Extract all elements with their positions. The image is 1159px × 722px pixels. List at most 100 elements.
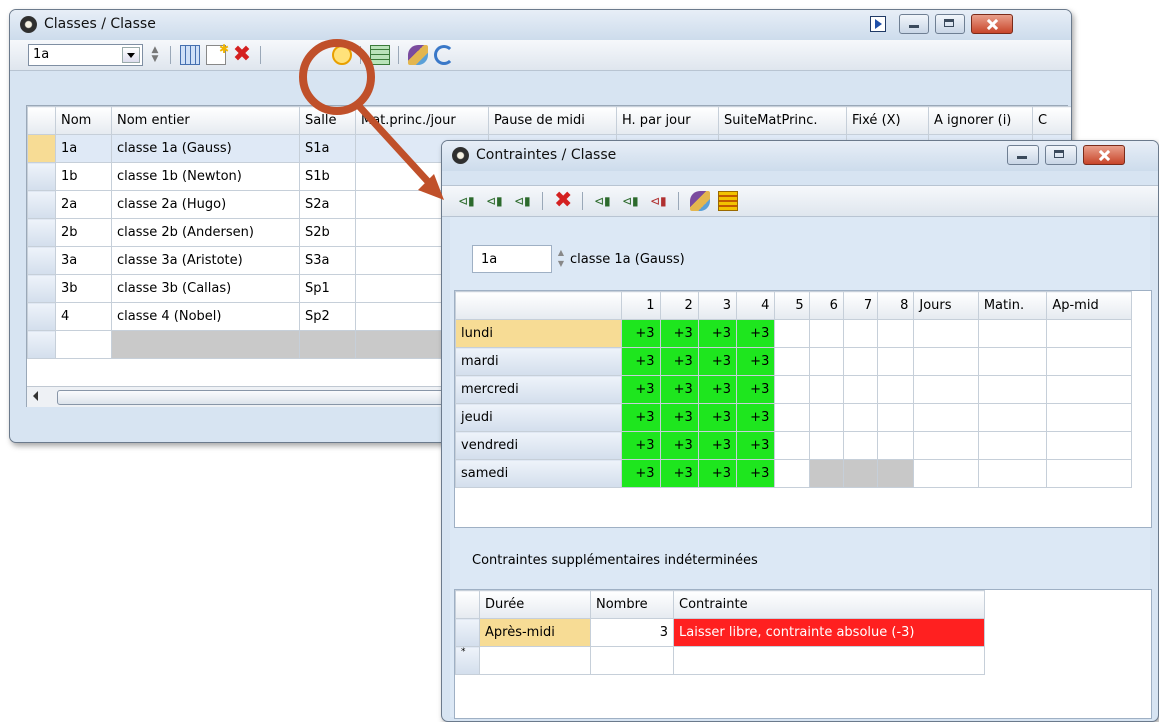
constraint-cell[interactable]: +3 — [621, 459, 661, 488]
remove-constraint-icon[interactable]: ⊲▮ — [594, 191, 614, 211]
constraint-cell[interactable] — [808, 375, 844, 404]
constraint-cell[interactable] — [1046, 319, 1132, 348]
row-selector[interactable] — [27, 190, 56, 219]
cell[interactable] — [673, 646, 985, 675]
cell-salle[interactable]: S2a — [299, 190, 356, 219]
cell-nom-entier[interactable]: classe 1a (Gauss) — [111, 134, 300, 163]
column-header[interactable]: Mat.princ./jour — [355, 106, 489, 135]
constraint-cell[interactable]: +3 — [697, 431, 738, 460]
constraint-cell[interactable] — [808, 347, 844, 376]
constraint-cell[interactable]: +3 — [736, 375, 776, 404]
constraint-cell[interactable]: +3 — [659, 403, 699, 432]
cell-nom[interactable]: 2a — [55, 190, 112, 219]
constraint-cell[interactable]: +3 — [659, 431, 699, 460]
constraint-cell[interactable] — [877, 431, 915, 460]
close-button[interactable] — [971, 14, 1013, 34]
constraint-cell[interactable] — [842, 403, 879, 432]
nombre-cell[interactable]: 3 — [590, 618, 674, 647]
cell-salle[interactable]: S1b — [299, 162, 356, 191]
new-icon[interactable]: ✱ — [206, 42, 229, 65]
constraint-cell[interactable] — [1046, 375, 1132, 404]
spin-icon[interactable]: ▲ ▼ — [149, 46, 161, 64]
brush-icon[interactable] — [690, 191, 710, 211]
constraint-cell[interactable] — [842, 431, 879, 460]
day-label[interactable]: vendredi — [454, 431, 623, 460]
constraint-cell[interactable] — [977, 459, 1048, 488]
constraint-cell[interactable]: +3 — [736, 459, 776, 488]
constraint-cell[interactable]: +3 — [659, 459, 699, 488]
cell-nom[interactable]: 3b — [55, 274, 112, 303]
constraint-cell[interactable] — [1046, 431, 1132, 460]
constraint-cell[interactable] — [774, 431, 810, 460]
constraint-cell[interactable] — [977, 319, 1048, 348]
chevron-down-icon[interactable] — [122, 47, 140, 63]
new-row-marker[interactable]: * — [455, 646, 480, 675]
cell-nom[interactable]: 2b — [55, 218, 112, 247]
day-row[interactable]: mercredi +3 +3 +3 +3 — [454, 375, 1132, 404]
cell-salle[interactable]: S1a — [299, 134, 356, 163]
add-constraint-icon[interactable]: ⊲▮ — [514, 191, 534, 211]
maximize-button[interactable] — [1045, 145, 1077, 165]
constraint-cell[interactable] — [913, 347, 979, 376]
constraint-cell[interactable]: +3 — [621, 403, 661, 432]
day-row[interactable]: jeudi +3 +3 +3 +3 — [454, 403, 1132, 432]
day-row[interactable]: mardi +3 +3 +3 +3 — [454, 347, 1132, 376]
column-header[interactable]: A ignorer (i) — [928, 106, 1033, 135]
day-row[interactable]: samedi +3 +3 +3 +3 — [454, 459, 1132, 488]
spin-icon[interactable]: ▲ ▼ — [555, 247, 567, 269]
table-row-new[interactable]: * — [455, 646, 985, 675]
constraint-cell[interactable] — [977, 403, 1048, 432]
grid-icon[interactable] — [180, 45, 200, 65]
constraint-cell[interactable]: +3 — [697, 459, 738, 488]
column-header[interactable]: Fixé (X) — [846, 106, 929, 135]
constraint-cell[interactable] — [774, 347, 810, 376]
cell-nom[interactable]: 4 — [55, 302, 112, 331]
constraint-cell[interactable] — [913, 319, 979, 348]
clock-icon[interactable] — [332, 45, 352, 65]
constraint-cell[interactable] — [1046, 403, 1132, 432]
refresh-icon[interactable] — [434, 45, 454, 65]
cell[interactable] — [590, 646, 674, 675]
day-row[interactable]: vendredi +3 +3 +3 +3 — [454, 431, 1132, 460]
column-header[interactable]: H. par jour — [616, 106, 719, 135]
grid-icon[interactable] — [370, 45, 390, 65]
report-icon[interactable] — [718, 191, 738, 211]
constraint-cell[interactable] — [977, 375, 1048, 404]
constraint-cell[interactable] — [808, 319, 844, 348]
column-header[interactable]: Salle — [299, 106, 356, 135]
constraint-cell[interactable] — [774, 459, 810, 488]
day-label[interactable]: lundi — [454, 319, 623, 348]
cell[interactable] — [111, 330, 300, 359]
constraint-cell[interactable] — [774, 403, 810, 432]
column-header[interactable]: Nombre — [590, 590, 674, 619]
cell-salle[interactable]: Sp1 — [299, 274, 356, 303]
close-button[interactable] — [1083, 145, 1125, 165]
constraint-cell[interactable] — [913, 459, 979, 488]
constraint-cell[interactable]: +3 — [697, 403, 738, 432]
constraint-cell[interactable] — [877, 319, 915, 348]
day-row[interactable]: lundi +3 +3 +3 +3 — [454, 319, 1132, 348]
cell[interactable] — [479, 646, 591, 675]
constraint-cell[interactable]: +3 — [621, 375, 661, 404]
constraint-cell[interactable] — [1046, 347, 1132, 376]
constraint-cell[interactable]: +3 — [736, 403, 776, 432]
cell-nom-entier[interactable]: classe 3a (Aristote) — [111, 246, 300, 275]
scroll-left-arrow[interactable] — [33, 391, 38, 401]
column-header[interactable]: Nom entier — [111, 106, 300, 135]
constraint-cell[interactable] — [774, 375, 810, 404]
constraint-cell[interactable] — [774, 319, 810, 348]
row-selector[interactable] — [27, 274, 56, 303]
remove-constraint-icon[interactable]: ⊲▮ — [650, 191, 670, 211]
day-label[interactable]: jeudi — [454, 403, 623, 432]
row-selector[interactable] — [27, 134, 56, 163]
duree-cell[interactable]: Après-midi — [479, 618, 591, 647]
delete-icon[interactable]: ✖ — [554, 190, 574, 212]
contrainte-cell[interactable]: Laisser libre, contrainte absolue (-3) — [673, 618, 985, 647]
class-selector[interactable]: 1a — [28, 44, 143, 66]
day-label[interactable]: mardi — [454, 347, 623, 376]
constraint-cell[interactable] — [977, 431, 1048, 460]
constraint-cell[interactable] — [842, 347, 879, 376]
column-header[interactable]: SuiteMatPrinc. — [718, 106, 847, 135]
row-selector[interactable] — [27, 246, 56, 275]
cell-nom[interactable]: 1a — [55, 134, 112, 163]
